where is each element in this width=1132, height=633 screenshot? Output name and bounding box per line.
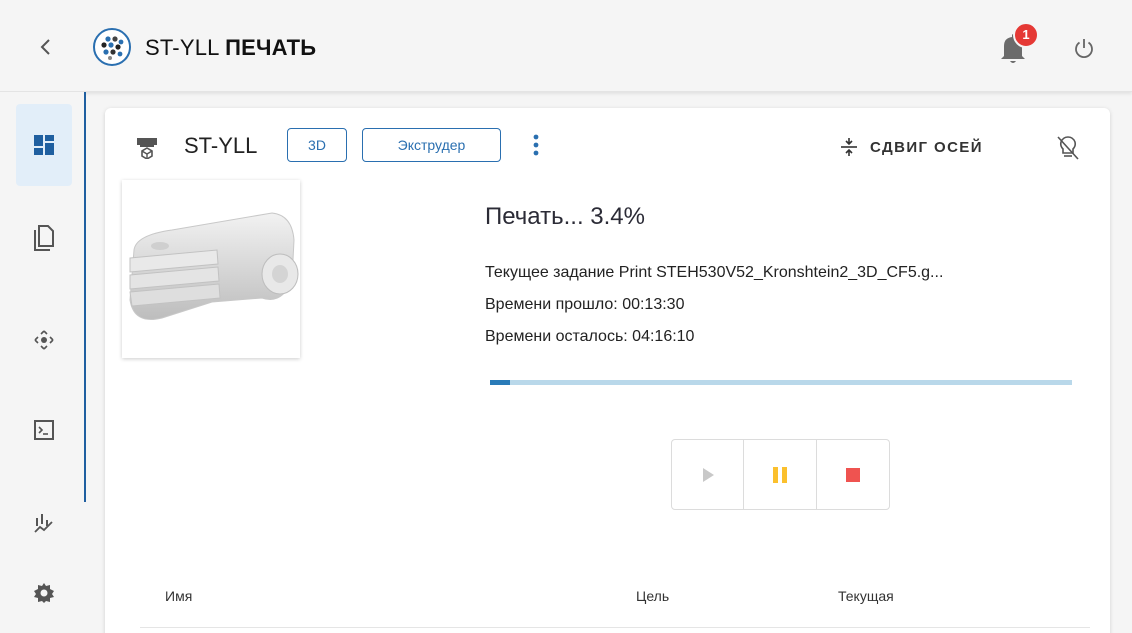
chip-3d[interactable]: 3D <box>287 128 347 162</box>
play-button[interactable] <box>672 440 745 509</box>
files-icon <box>34 225 54 251</box>
pause-button[interactable] <box>744 440 817 509</box>
print-status-title: Печать... 3.4% <box>485 203 645 230</box>
more-vert-icon[interactable] <box>527 130 545 160</box>
lightbulb-off-icon[interactable] <box>1056 135 1080 161</box>
dashboard-icon <box>34 135 54 155</box>
pause-icon <box>773 466 788 483</box>
printer-name: ST-YLL <box>184 133 258 158</box>
remaining-time-text: Времени осталось: 04:16:10 <box>485 328 695 345</box>
model-thumbnail <box>122 180 300 358</box>
power-icon[interactable] <box>1072 36 1096 60</box>
chevron-left-icon[interactable] <box>34 34 58 60</box>
sidebar-divider <box>84 92 86 502</box>
gear-icon <box>34 583 54 603</box>
chip-extruder[interactable]: Экструдер <box>362 128 501 162</box>
console-icon <box>34 420 54 440</box>
play-icon <box>702 467 714 482</box>
current-job-text: Текущее задание Print STEH530V52_Kronsht… <box>485 264 944 281</box>
app-title: ST-YLL ПЕЧАТЬ <box>145 35 316 61</box>
table-divider <box>140 627 1090 628</box>
stop-icon <box>845 467 860 482</box>
shift-axes-button[interactable]: СДВИГ ОСЕЙ <box>840 135 983 159</box>
sidebar-item-history[interactable] <box>16 483 72 563</box>
sidebar-item-files[interactable] <box>16 198 72 278</box>
print-progress-bar <box>490 380 1072 385</box>
app-title-prefix: ST-YLL <box>145 35 219 60</box>
shift-axes-label: СДВИГ ОСЕЙ <box>870 138 983 156</box>
table-header-name: Имя <box>165 588 193 604</box>
notification-badge: 1 <box>1013 22 1039 48</box>
app-title-bold: ПЕЧАТЬ <box>225 35 317 60</box>
print-controls <box>671 439 890 510</box>
logo-icon <box>93 28 131 66</box>
elapsed-time-text: Времени прошло: 00:13:30 <box>485 296 685 313</box>
table-header-current: Текущая <box>838 588 894 604</box>
stop-button[interactable] <box>817 440 889 509</box>
sidebar-item-move[interactable] <box>16 300 72 380</box>
chart-icon <box>34 514 53 533</box>
printer-3d-icon <box>135 135 159 160</box>
vertical-align-center-icon <box>841 138 857 156</box>
move-arrows-icon <box>34 330 54 350</box>
top-app-bar: ST-YLL ПЕЧАТЬ 1 <box>0 0 1132 92</box>
table-header-target: Цель <box>636 588 670 604</box>
sidebar-item-console[interactable] <box>16 390 72 470</box>
sidebar-item-dashboard[interactable] <box>16 104 72 186</box>
sidebar-item-settings[interactable] <box>16 553 72 633</box>
print-progress-fill <box>490 380 510 385</box>
